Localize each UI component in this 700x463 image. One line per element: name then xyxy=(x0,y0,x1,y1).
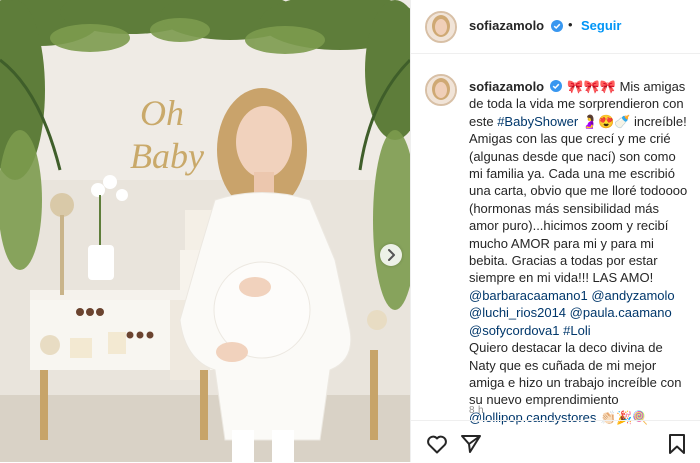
baby-shower-photo: Oh Baby xyxy=(0,0,410,462)
verified-badge-icon xyxy=(549,80,562,92)
mention-luchi-rios2014[interactable]: @luchi_rios2014 xyxy=(469,305,566,320)
sign-baby: Baby xyxy=(130,136,204,176)
avatar-image xyxy=(427,76,455,104)
post-timestamp[interactable]: 8 h xyxy=(469,405,484,416)
header-username[interactable]: sofiazamolo xyxy=(469,18,544,33)
caption-text-3: Quiero destacar la deco divina de Naty q… xyxy=(469,340,682,408)
action-bar xyxy=(411,420,700,463)
caption-username[interactable]: sofiazamolo xyxy=(469,79,544,94)
caption-emojis-bows: 🎀🎀🎀 xyxy=(567,79,616,94)
post-photo[interactable]: Oh Baby xyxy=(0,0,410,462)
mention-paula-caamano[interactable]: @paula.caamano xyxy=(570,305,672,320)
post-side-panel: sofiazamolo • Seguir sofiazamolo 🎀🎀🎀 Mis xyxy=(410,0,700,462)
paper-plane-icon[interactable] xyxy=(459,432,483,456)
verified-badge-icon xyxy=(551,20,563,32)
separator-dot: • xyxy=(568,17,573,32)
mention-barbaracaamano1[interactable]: @barbaracaamano1 xyxy=(469,288,588,303)
caption-text-2: increíble! Amigas con las que crecí y me… xyxy=(469,113,688,286)
avatar[interactable] xyxy=(425,11,457,43)
next-photo-button[interactable] xyxy=(380,244,402,266)
caption-emojis-baby: 🤰😍🍼 xyxy=(581,113,631,129)
follow-button[interactable]: Seguir xyxy=(581,18,621,33)
post-caption: sofiazamolo 🎀🎀🎀 Mis amigas de toda la vi… xyxy=(469,78,691,426)
bookmark-icon[interactable] xyxy=(665,432,689,456)
mention-sofycordova1[interactable]: @sofycordova1 xyxy=(469,323,560,338)
post-header: sofiazamolo • Seguir xyxy=(411,0,700,54)
caption-avatar[interactable] xyxy=(425,74,457,106)
mention-andyzamolo[interactable]: @andyzamolo xyxy=(591,288,674,303)
sign-oh: Oh xyxy=(140,93,184,133)
hashtag-babyshower[interactable]: #BabyShower xyxy=(497,114,578,129)
heart-icon[interactable] xyxy=(425,432,449,456)
hashtag-loli[interactable]: #Loli xyxy=(563,323,590,338)
instagram-post: Oh Baby sofiazamolo • Seguir sofiazamolo… xyxy=(0,0,700,462)
chevron-right-icon xyxy=(388,249,395,261)
avatar-image xyxy=(427,13,455,41)
